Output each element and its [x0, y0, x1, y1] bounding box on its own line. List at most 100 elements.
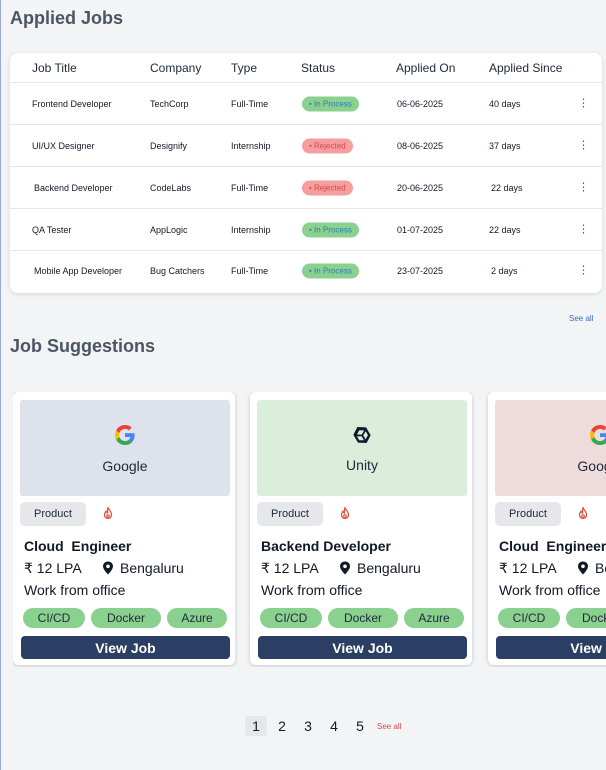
status-badge: • Rejected [302, 180, 353, 195]
table-row[interactable]: QA Tester AppLogic Internship 01-07-2025 22 … [10, 209, 602, 251]
location: Bengaluru [120, 560, 184, 576]
skill-chip: Docker [91, 608, 161, 628]
unity-logo-icon [351, 424, 373, 451]
status-label: In Process [314, 225, 352, 234]
more-vertical-icon[interactable]: ⋮ [578, 182, 589, 193]
job-title-cell: QA Tester [32, 224, 72, 235]
header-applied-on[interactable]: Applied On [396, 61, 455, 75]
company-cell: CodeLabs [150, 182, 192, 193]
google-logo-icon [588, 423, 606, 452]
status-label: In Process [314, 266, 352, 276]
more-vertical-icon[interactable]: ⋮ [578, 98, 589, 109]
fire-icon [100, 506, 116, 522]
map-pin-icon [102, 561, 114, 575]
job-suggestions-carousel: Google Product Cloud Engineer ₹ 12 LPA Benga… [13, 392, 606, 667]
type-cell: Full-Time [231, 266, 269, 276]
skill-chip: Docker [328, 608, 398, 628]
more-vertical-icon[interactable]: ⋮ [578, 224, 589, 235]
fire-icon [337, 506, 353, 522]
table-row[interactable]: Frontend Developer TechCorp Full-Time 06-06… [10, 83, 602, 125]
status-badge: • In Process [302, 263, 359, 279]
view-job-button[interactable]: View Job [21, 636, 230, 659]
google-logo-icon [113, 423, 137, 452]
work-mode: Work from office [499, 582, 601, 598]
job-title-cell: Frontend Developer [32, 98, 112, 109]
location: Bengaluru [357, 560, 421, 576]
work-mode: Work from office [24, 582, 126, 598]
job-title: Backend Developer [261, 538, 391, 554]
header-company[interactable]: Company [150, 61, 201, 75]
page-4-button[interactable]: 4 [323, 716, 345, 736]
page-5-button[interactable]: 5 [349, 716, 371, 736]
skill-chip: Docker [566, 608, 606, 628]
type-cell: Internship [231, 140, 271, 151]
applied-since-cell: 40 days [489, 98, 521, 109]
table-row[interactable]: UI/UX Designer Designify Internship 08-06-2… [10, 125, 602, 167]
pagination: 1 2 3 4 5 See all [245, 716, 401, 736]
company-name: Google [102, 457, 148, 474]
applied-on-cell: 01-07-2025 [397, 224, 444, 235]
header-applied-since[interactable]: Applied Since [489, 61, 562, 75]
salary: ₹ 12 LPA [261, 560, 319, 576]
job-card[interactable]: Unity Product Backend Developer ₹ 12 LPA Ben… [250, 392, 472, 665]
company-name: Google [577, 457, 606, 474]
status-badge: • Rejected [302, 138, 353, 153]
status-label: Rejected [314, 141, 346, 150]
see-all-suggestions-link[interactable]: See all [377, 722, 401, 731]
status-badge: • In Process [302, 222, 359, 237]
job-title-cell: Mobile App Developer [34, 266, 123, 276]
status-label: In Process [314, 99, 352, 108]
salary: ₹ 12 LPA [499, 560, 557, 576]
table-row[interactable]: Backend Developer CodeLabs Full-Time 20-06-… [10, 167, 602, 209]
status-label: Rejected [314, 183, 346, 192]
skill-chip: CI/CD [23, 608, 85, 628]
header-type[interactable]: Type [231, 61, 257, 75]
company-name: Unity [346, 456, 378, 473]
company-cell: TechCorp [150, 98, 189, 109]
category-tag: Product [495, 502, 561, 526]
page-3-button[interactable]: 3 [297, 716, 319, 736]
applied-since-cell: 22 days [489, 224, 521, 235]
applied-on-cell: 23-07-2025 [397, 266, 444, 276]
job-title-cell: Backend Developer [34, 182, 113, 193]
more-vertical-icon[interactable]: ⋮ [578, 140, 589, 151]
type-cell: Full-Time [231, 98, 269, 109]
applied-since-cell: 2 days [491, 266, 518, 276]
applied-jobs-table: Job Title Company Type Status Applied On… [10, 53, 602, 293]
category-tag: Product [20, 502, 86, 526]
see-all-applied-link[interactable]: See all [569, 314, 593, 323]
type-cell: Full-Time [231, 182, 269, 193]
category-tag: Product [257, 502, 323, 526]
map-pin-icon [339, 561, 351, 575]
job-card[interactable]: Google Product Cloud Engineer ₹ 12 LPA Benga… [13, 392, 235, 665]
skill-chip: CI/CD [260, 608, 322, 628]
header-job-title[interactable]: Job Title [32, 61, 77, 75]
fire-icon [575, 506, 591, 522]
salary: ₹ 12 LPA [24, 560, 82, 576]
applied-jobs-title: Applied Jobs [10, 8, 124, 28]
view-job-button[interactable]: View Job [258, 636, 467, 659]
more-vertical-icon[interactable]: ⋮ [578, 265, 589, 277]
skill-chip: Azure [167, 608, 227, 628]
applied-since-cell: 37 days [489, 140, 521, 151]
skill-chip: Azure [404, 608, 464, 628]
map-pin-icon [577, 561, 589, 575]
job-title: Cloud Engineer [499, 538, 606, 554]
applied-on-cell: 20-06-2025 [397, 182, 444, 193]
company-logo-box: Google [495, 400, 606, 496]
job-title-cell: UI/UX Designer [32, 140, 95, 151]
header-status[interactable]: Status [301, 61, 335, 75]
table-row[interactable]: Mobile App Developer Bug Catchers Full-Tim… [10, 250, 602, 292]
job-card[interactable]: Google Product Cloud Engineer ₹ 12 LPA Benga… [488, 392, 606, 665]
page-2-button[interactable]: 2 [271, 716, 293, 736]
location: Bengaluru [595, 560, 606, 576]
company-logo-box: Google [20, 400, 230, 496]
status-badge: • In Process [302, 96, 359, 111]
page-1-button[interactable]: 1 [245, 716, 267, 736]
view-job-button[interactable]: View Job [496, 636, 606, 659]
job-suggestions-title: Job Suggestions [10, 336, 156, 356]
skill-chip: CI/CD [498, 608, 560, 628]
company-logo-box: Unity [257, 400, 467, 496]
applied-since-cell: 22 days [491, 182, 523, 193]
company-cell: AppLogic [150, 224, 188, 235]
